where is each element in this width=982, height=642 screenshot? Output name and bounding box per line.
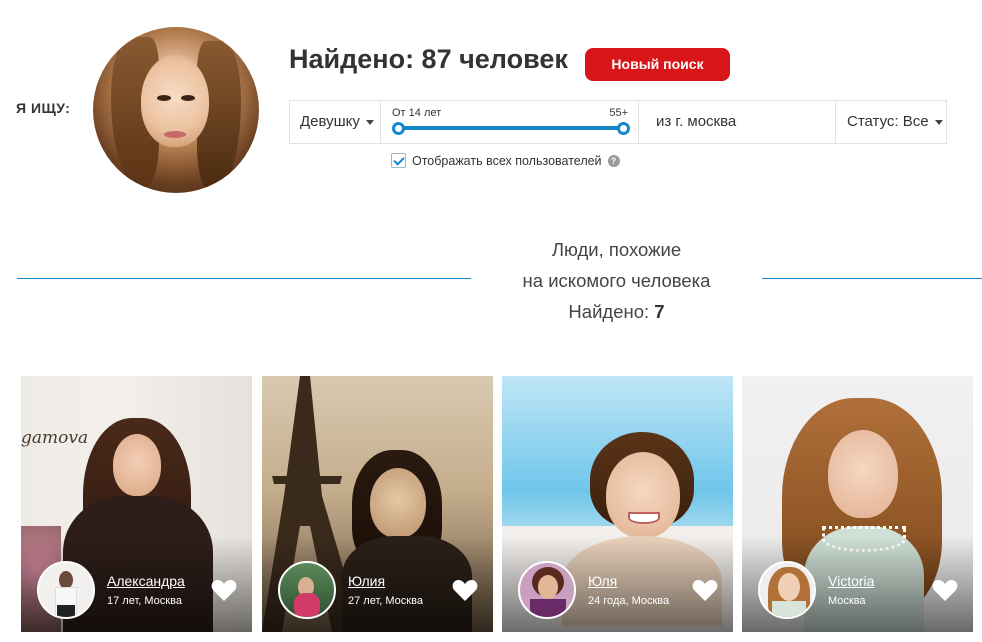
- seeking-label: Я ИЩУ:: [16, 100, 71, 116]
- help-icon[interactable]: ?: [607, 154, 620, 167]
- similar-count-label: Найдено:: [568, 301, 650, 322]
- user-name-link[interactable]: Victoria: [828, 573, 874, 589]
- similar-heading-line2: на искомого человека: [522, 270, 711, 291]
- heart-icon[interactable]: [452, 578, 478, 602]
- heart-icon[interactable]: [932, 578, 958, 602]
- status-select-value: Статус: Все: [847, 113, 929, 130]
- status-select[interactable]: Статус: Все: [836, 101, 946, 143]
- similar-people-list: gamova Александра 17 лет, Москва Юлия 27…: [21, 376, 982, 642]
- avatar-lips: [164, 131, 186, 138]
- heart-icon[interactable]: [211, 578, 237, 602]
- show-all-label: Отображать всех пользователей: [412, 153, 602, 168]
- similar-count-number: 7: [654, 301, 665, 322]
- avatar-eye-left: [157, 95, 171, 101]
- age-slider-max-handle[interactable]: [617, 122, 630, 135]
- caret-down-icon: [365, 119, 374, 125]
- new-search-button[interactable]: Новый поиск: [585, 48, 730, 81]
- user-name-link[interactable]: Юля: [588, 573, 617, 589]
- section-divider-left: [17, 278, 471, 279]
- similar-count: Найдено: 7: [491, 296, 742, 327]
- user-age-city: 24 года, Москва: [588, 595, 670, 607]
- show-all-checkbox[interactable]: [391, 153, 406, 168]
- search-filter-bar: Девушку От 14 лет 55+ из г. москва Стату…: [289, 100, 947, 144]
- show-all-users-option[interactable]: Отображать всех пользователей ?: [391, 153, 620, 168]
- search-target-avatar[interactable]: [93, 27, 259, 193]
- age-range-slider[interactable]: От 14 лет 55+: [381, 101, 639, 143]
- found-count-title: Найдено: 87 человек: [289, 44, 568, 74]
- profile-card[interactable]: gamova Александра 17 лет, Москва: [21, 376, 252, 632]
- user-avatar[interactable]: [758, 561, 816, 619]
- photo-face: [113, 434, 161, 496]
- similar-heading-line1: Люди, похожие: [551, 239, 682, 260]
- profile-card[interactable]: Victoria Москва: [742, 376, 973, 632]
- user-avatar[interactable]: [37, 561, 95, 619]
- age-from-label: От 14 лет: [392, 107, 442, 119]
- user-name-link[interactable]: Александра: [107, 573, 185, 589]
- profile-card[interactable]: Юля 24 года, Москва: [502, 376, 733, 632]
- photo-smile: [628, 512, 660, 524]
- gender-select-value: Девушку: [300, 113, 360, 130]
- age-slider-min-handle[interactable]: [392, 122, 405, 135]
- photo-face: [370, 468, 426, 538]
- user-name-link[interactable]: Юлия: [348, 573, 385, 589]
- section-divider-right: [762, 278, 982, 279]
- user-avatar[interactable]: [518, 561, 576, 619]
- photo-brand-text: gamova: [21, 428, 89, 448]
- similar-people-heading: Люди, похожие на искомого человека Найде…: [491, 234, 742, 327]
- age-slider-track[interactable]: [398, 126, 624, 130]
- user-age-city: 27 лет, Москва: [348, 595, 423, 607]
- user-avatar[interactable]: [278, 561, 336, 619]
- profile-card[interactable]: Юлия 27 лет, Москва: [262, 376, 493, 632]
- caret-down-icon: [934, 119, 943, 125]
- gender-select[interactable]: Девушку: [290, 101, 381, 143]
- photo-face: [828, 430, 898, 518]
- photo-face: [606, 452, 680, 538]
- avatar-eye-right: [181, 95, 195, 101]
- user-age-city: Москва: [828, 595, 866, 607]
- city-field[interactable]: из г. москва: [639, 101, 836, 143]
- user-age-city: 17 лет, Москва: [107, 595, 182, 607]
- age-to-label: 55+: [609, 107, 628, 119]
- heart-icon[interactable]: [692, 578, 718, 602]
